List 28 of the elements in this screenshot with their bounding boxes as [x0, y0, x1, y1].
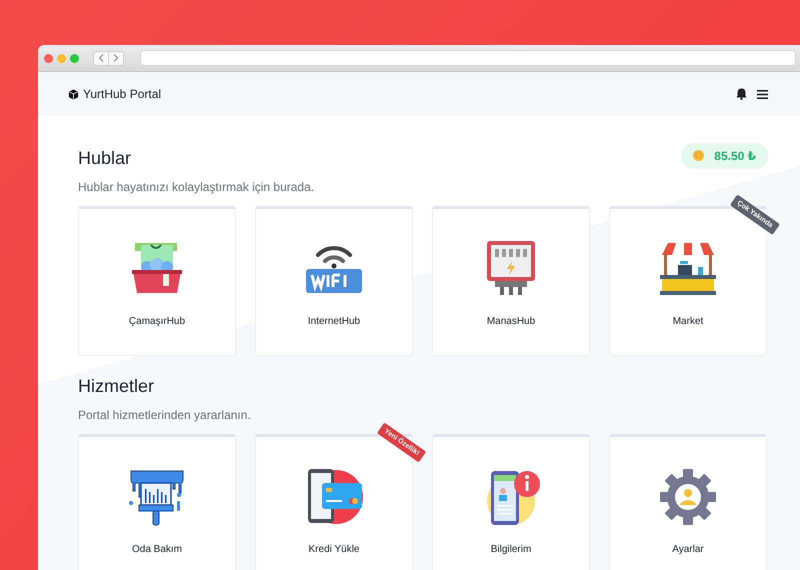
balance-amount: 85.50 ₺ — [714, 148, 756, 162]
card-label: Bilgilerim — [490, 544, 532, 555]
service-card[interactable]: InternetHub — [255, 206, 413, 356]
card-label: Kredi Yükle — [308, 544, 360, 555]
service-card[interactable]: Ayarlar — [609, 434, 767, 570]
service-card[interactable]: Oda Bakım — [78, 434, 236, 570]
card-label: ÇamaşırHub — [128, 316, 186, 327]
section-subtitle: Portal hizmetlerinden yararlanın. — [78, 408, 252, 422]
address-bar[interactable] — [140, 50, 796, 66]
card-label: Oda Bakım — [132, 544, 182, 555]
section-title: Hizmetler — [78, 376, 154, 397]
service-card[interactable]: ÇamaşırHub — [78, 206, 236, 356]
section-title: Hublar — [78, 148, 132, 169]
coin-icon — [693, 150, 704, 161]
close-icon[interactable] — [44, 54, 53, 62]
card-label: ManasHub — [486, 316, 536, 327]
brand-name[interactable]: YurtHub Portal — [83, 87, 162, 101]
bell-icon[interactable] — [736, 88, 747, 100]
service-card[interactable]: Bilgilerim — [432, 434, 590, 570]
maximize-icon[interactable] — [70, 54, 79, 62]
card-label: InternetHub — [308, 316, 360, 327]
card-label: Ayarlar — [672, 544, 704, 555]
gear-person-icon — [658, 467, 718, 527]
service-card[interactable]: ManasHub — [432, 206, 590, 356]
section-subtitle: Hublar hayatınızı kolaylaştırmak için burada. — [78, 180, 316, 194]
card-label: Market — [672, 316, 704, 327]
cube-icon — [68, 88, 79, 100]
menu-icon[interactable] — [757, 90, 768, 98]
